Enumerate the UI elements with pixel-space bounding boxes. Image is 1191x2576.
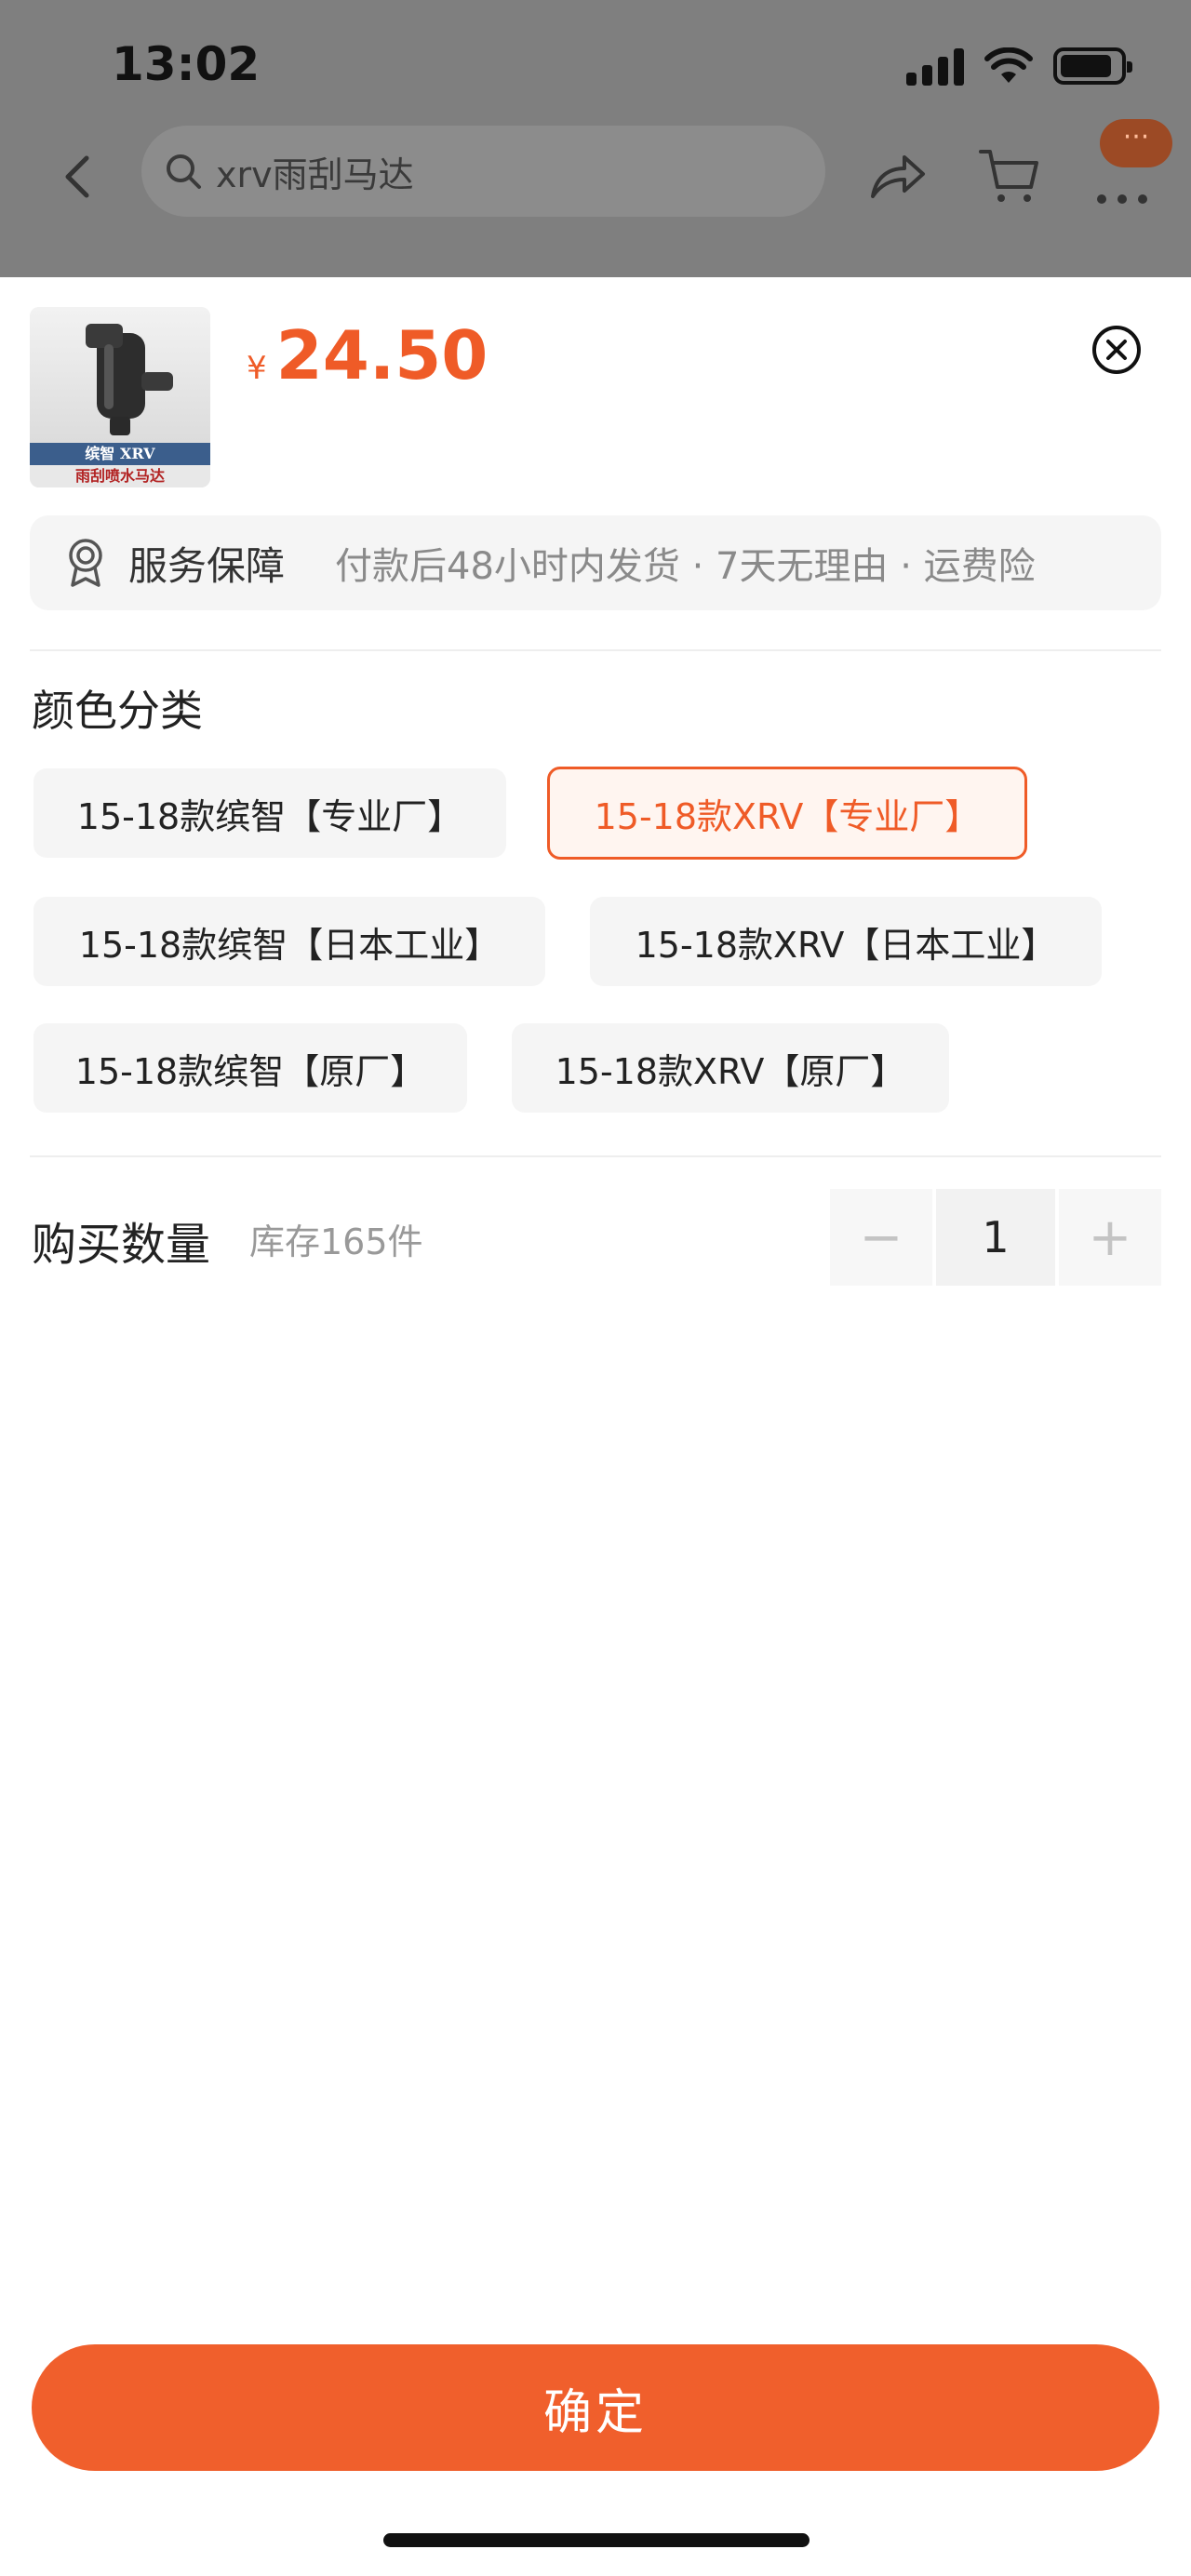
share-icon[interactable] xyxy=(863,142,930,209)
image-caption-name: 雨刮喷水马达 xyxy=(30,465,210,487)
cart-icon[interactable] xyxy=(975,142,1042,209)
color-section-title: 颜色分类 xyxy=(32,686,203,736)
option-binzhi-specialist[interactable]: 15-18款缤智【专业厂】 xyxy=(33,768,506,858)
status-bar: 13:02 xyxy=(0,0,1191,140)
option-binzhi-oem[interactable]: 15-18款缤智【原厂】 xyxy=(33,1023,467,1113)
sku-selection-sheet: 缤智 XRV 雨刮喷水马达 ¥ 24.50 服务保障 付款后48小时内发货 · … xyxy=(0,277,1191,2576)
price: ¥ 24.50 xyxy=(247,316,488,394)
increase-button[interactable]: + xyxy=(1059,1189,1161,1286)
status-time: 13:02 xyxy=(112,37,261,91)
product-thumbnail[interactable]: 缤智 XRV 雨刮喷水马达 xyxy=(30,307,210,487)
service-label: 服务保障 xyxy=(128,542,286,589)
status-icons xyxy=(906,47,1132,86)
product-image xyxy=(30,307,210,443)
quantity-value[interactable]: 1 xyxy=(936,1189,1055,1286)
quantity-stepper: − 1 + xyxy=(830,1189,1161,1286)
search-query: xrv雨刮马达 xyxy=(216,153,414,195)
message-badge[interactable]: ··· xyxy=(1100,119,1172,167)
battery-icon xyxy=(1053,47,1132,85)
image-caption-model: 缤智 XRV xyxy=(30,443,210,465)
decrease-button[interactable]: − xyxy=(830,1189,932,1286)
wifi-icon xyxy=(984,47,1033,83)
back-arrow-icon[interactable] xyxy=(51,149,107,205)
cellular-signal-icon xyxy=(906,47,964,86)
option-xrv-oem[interactable]: 15-18款XRV【原厂】 xyxy=(512,1023,949,1113)
option-binzhi-japan[interactable]: 15-18款缤智【日本工业】 xyxy=(33,897,545,986)
price-value: 24.50 xyxy=(275,316,488,394)
quantity-label: 购买数量 xyxy=(32,1219,211,1271)
top-nav-bar: xrv雨刮马达 xyxy=(0,126,1191,228)
option-xrv-japan[interactable]: 15-18款XRV【日本工业】 xyxy=(590,897,1102,986)
service-description: 付款后48小时内发货 · 7天无理由 · 运费险 xyxy=(335,545,1036,588)
stock-count: 库存165件 xyxy=(249,1221,423,1262)
currency-symbol: ¥ xyxy=(247,350,267,387)
option-xrv-specialist[interactable]: 15-18款XRV【专业厂】 xyxy=(547,767,1027,860)
home-indicator[interactable] xyxy=(383,2533,810,2547)
divider xyxy=(30,649,1161,651)
confirm-button[interactable]: 确定 xyxy=(32,2344,1159,2471)
wiper-motor-image xyxy=(86,324,173,435)
search-bar[interactable]: xrv雨刮马达 xyxy=(141,126,825,217)
service-guarantee-bar[interactable]: 服务保障 付款后48小时内发货 · 7天无理由 · 运费险 xyxy=(30,515,1161,610)
divider xyxy=(30,1155,1161,1157)
close-icon[interactable] xyxy=(1091,324,1143,376)
search-icon xyxy=(167,154,201,189)
badge-ribbon-icon xyxy=(69,539,102,587)
